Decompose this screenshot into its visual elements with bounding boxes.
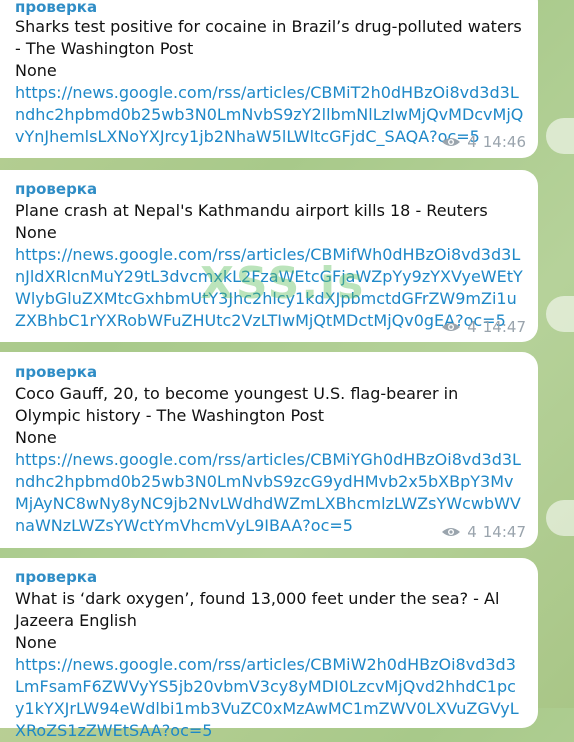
message-title: What is ‘dark oxygen’, found 13,000 feet…: [15, 589, 500, 630]
sender-name[interactable]: проверка: [15, 0, 97, 16]
sender-name[interactable]: проверка: [15, 568, 97, 586]
share-button[interactable]: [546, 500, 574, 536]
share-button[interactable]: [546, 118, 574, 154]
message-time: 14:47: [482, 523, 526, 541]
message-meta: 4 14:47: [441, 318, 526, 336]
message-title: Coco Gauff, 20, to become youngest U.S. …: [15, 384, 459, 425]
message-bubble[interactable]: проверка What is ‘dark oxygen’, found 13…: [0, 558, 538, 740]
message-meta: 4 14:47: [441, 523, 526, 541]
message-meta: 4 14:46: [441, 133, 526, 151]
eye-icon: [442, 528, 461, 536]
share-button[interactable]: [546, 296, 574, 332]
view-count: 4: [467, 523, 477, 541]
message-time: 14:47: [482, 318, 526, 336]
eye-icon: [442, 323, 461, 331]
message-bubble[interactable]: проверка Coco Gauff, 20, to become young…: [0, 352, 538, 548]
sender-name[interactable]: проверка: [15, 363, 97, 381]
message-time: 14:46: [482, 133, 526, 151]
message-bubble[interactable]: проверка Sharks test positive for cocain…: [0, 0, 538, 158]
message-extra: None: [15, 633, 57, 652]
message-title: Sharks test positive for cocaine in Braz…: [15, 17, 522, 58]
message-feed[interactable]: проверка Sharks test positive for cocain…: [0, 0, 574, 740]
message-bubble[interactable]: проверка Plane crash at Nepal's Kathmand…: [0, 170, 538, 342]
article-link[interactable]: https://news.google.com/rss/articles/CBM…: [15, 654, 524, 742]
message-extra: None: [15, 61, 57, 80]
message-extra: None: [15, 223, 57, 242]
message-title: Plane crash at Nepal's Kathmandu airport…: [15, 201, 488, 220]
message-extra: None: [15, 428, 57, 447]
view-count: 4: [467, 318, 477, 336]
watermark: XSS.is: [200, 258, 366, 309]
view-count: 4: [467, 133, 477, 151]
sender-name[interactable]: проверка: [15, 180, 97, 198]
eye-icon: [442, 138, 461, 146]
